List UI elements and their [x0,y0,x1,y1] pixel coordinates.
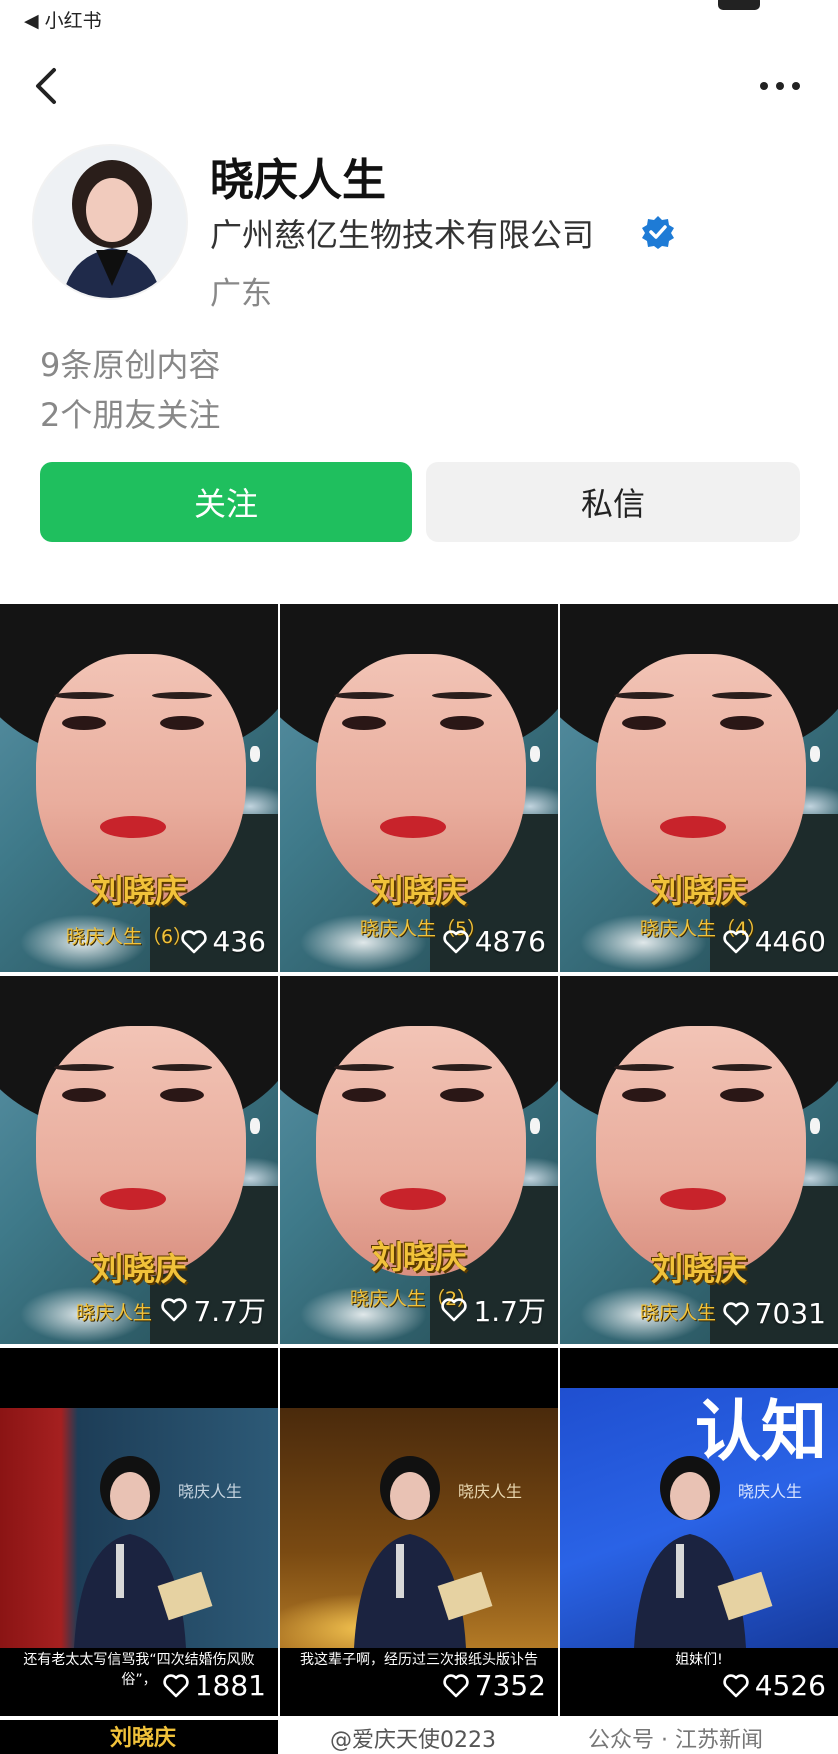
profile-region: 广东 [210,276,272,312]
battery-icon [718,0,760,10]
post-title: 刘晓庆 [370,1238,467,1276]
post-title: 刘晓庆 [650,872,747,910]
post-title: 刘晓庆 [650,1250,747,1288]
post-card[interactable]: 刘晓庆 晓庆人生（5） 4876 [280,604,558,972]
like-count[interactable]: 4460 [723,925,826,958]
post-card[interactable]: 刘晓庆 晓庆人生（2） 1.7万 [280,976,558,1344]
friends-following-count: 2个朋友关注 [40,396,221,434]
follow-button[interactable]: 关注 [40,462,412,542]
post-card-partial[interactable]: 刘晓庆 [0,1720,278,1754]
post-card[interactable]: 刘晓庆 晓庆人生 7.7万 [0,976,278,1344]
image-watermark: @爱庆天使0223 [330,1728,496,1753]
image-watermark-source: 公众号 · 江苏新闻 [588,1728,763,1753]
posts-grid: 刘晓庆 晓庆人生（6） 436 刘晓庆 晓庆人生（5） 4876 刘晓庆 晓庆人… [0,604,838,1754]
post-card[interactable]: 刘晓庆 晓庆人生（6） 436 [0,604,278,972]
post-card[interactable]: 晓庆人生 还有老太太写信骂我“四次结婚伤风败俗”， 1881 [0,1348,278,1716]
like-count[interactable]: 1881 [163,1669,266,1702]
like-count-value: 7352 [474,1669,546,1702]
navigation-bar [0,50,838,120]
post-title: 刘晓庆 [90,872,187,910]
like-count[interactable]: 1.7万 [441,1290,546,1330]
like-count-value: 1.7万 [473,1295,546,1328]
partial-next-row: 刘晓庆 @爱庆天使0223 公众号 · 江苏新闻 [0,1720,838,1754]
post-caption: 我这辈子啊，经历过三次报纸头版讣告 [300,1652,538,1668]
heart-icon [723,929,749,953]
heart-icon [443,1673,469,1697]
post-title: 刘晓庆 [90,1250,187,1288]
profile-stats: 9条原创内容 2个朋友关注 [40,340,220,440]
heart-icon [161,1298,188,1322]
message-button[interactable]: 私信 [426,462,800,542]
heart-icon [163,1673,189,1697]
like-count-value: 7.7万 [193,1295,266,1328]
heart-icon [723,1673,749,1697]
post-card[interactable]: 晓庆人生 我这辈子啊，经历过三次报纸头版讣告 7352 [280,1348,558,1716]
like-count[interactable]: 4876 [443,925,546,958]
like-count-value: 1881 [194,1669,266,1702]
more-dots-icon[interactable] [756,74,804,98]
profile-name: 晓庆人生 [210,155,386,206]
verified-badge-icon [642,216,674,249]
speaker-figure [354,1456,493,1648]
post-title: 刘晓庆 [110,1726,177,1751]
post-subtitle: 晓庆人生 [640,1302,717,1324]
status-bar: ◀ 小红书 [0,0,838,36]
post-subtitle: 晓庆人生 [76,1302,153,1324]
post-thumbnail [0,604,278,972]
heart-icon [723,1301,749,1325]
like-count[interactable]: 7352 [443,1669,546,1702]
like-count-value: 436 [212,925,266,958]
back-to-app-link[interactable]: ◀ 小红书 [24,6,102,33]
avatar[interactable] [32,144,188,300]
heart-icon [443,929,469,953]
speaker-figure [74,1456,213,1648]
chevron-left-icon[interactable] [30,66,64,106]
like-count[interactable]: 7.7万 [161,1290,266,1330]
heart-icon [180,929,207,953]
post-subtitle: 晓庆人生（6） [66,926,193,948]
heart-icon [441,1298,468,1322]
like-count-value: 4526 [754,1669,826,1702]
post-title: 刘晓庆 [370,872,467,910]
original-content-count: 9条原创内容 [40,346,221,384]
company-name: 广州慈亿生物技术有限公司 [210,216,595,254]
like-count[interactable]: 7031 [723,1297,826,1330]
post-card[interactable]: 认知 晓庆人生 姐妹们! 4526 [560,1348,838,1716]
post-card[interactable]: 刘晓庆 晓庆人生（4） 4460 [560,604,838,972]
post-caption: 姐妹们! [675,1652,723,1668]
speaker-figure [634,1456,773,1648]
like-count-value: 7031 [754,1297,826,1330]
avatar-portrait-icon [34,146,186,298]
like-count-value: 4460 [754,925,826,958]
like-count[interactable]: 4526 [723,1669,826,1702]
like-count[interactable]: 436 [180,925,266,958]
post-card[interactable]: 刘晓庆 晓庆人生 7031 [560,976,838,1344]
like-count-value: 4876 [474,925,546,958]
profile-header: 晓庆人生 广州慈亿生物技术有限公司 广东 [0,140,838,312]
